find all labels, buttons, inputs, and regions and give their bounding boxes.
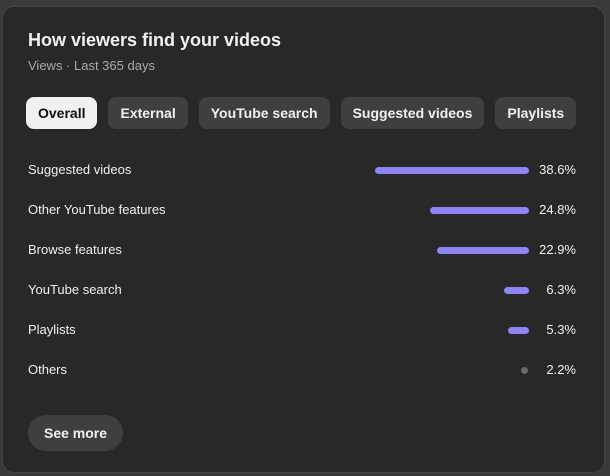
source-tabs: Overall External YouTube search Suggeste…	[26, 97, 577, 129]
list-item: Browse features 22.9%	[28, 231, 576, 271]
source-label: Playlists	[28, 322, 76, 337]
traffic-source-list: Suggested videos 38.6% Other YouTube fea…	[28, 151, 576, 391]
tab-external[interactable]: External	[108, 97, 188, 129]
source-value: 5.3%	[546, 322, 576, 337]
source-value: 2.2%	[546, 362, 576, 377]
traffic-sources-card: How viewers find your videos Views · Las…	[2, 6, 605, 473]
list-item: YouTube search 6.3%	[28, 271, 576, 311]
card-subtitle: Views · Last 365 days	[28, 58, 155, 73]
list-item: Playlists 5.3%	[28, 311, 576, 351]
source-value: 6.3%	[546, 282, 576, 297]
tab-youtube-search[interactable]: YouTube search	[198, 97, 330, 129]
source-bar	[507, 327, 529, 334]
card-title: How viewers find your videos	[28, 30, 282, 50]
source-dot	[521, 367, 528, 374]
source-bar	[374, 167, 529, 174]
source-label: YouTube search	[28, 282, 122, 297]
tab-suggested-videos[interactable]: Suggested videos	[340, 97, 485, 129]
list-item: Others 2.2%	[28, 351, 576, 391]
tab-playlists[interactable]: Playlists	[495, 97, 577, 129]
source-label: Other YouTube features	[28, 202, 166, 217]
source-label: Others	[28, 362, 68, 377]
list-item: Other YouTube features 24.8%	[28, 191, 576, 231]
source-label: Browse features	[28, 242, 122, 257]
tab-overall[interactable]: Overall	[26, 97, 98, 129]
source-bar	[437, 247, 529, 254]
source-value: 24.8%	[539, 202, 576, 217]
source-value: 22.9%	[539, 242, 576, 257]
source-bar	[429, 207, 529, 214]
see-more-button[interactable]: See more	[28, 415, 124, 451]
source-bar	[503, 287, 529, 294]
source-label: Suggested videos	[28, 162, 132, 177]
source-value: 38.6%	[539, 162, 576, 177]
list-item: Suggested videos 38.6%	[28, 151, 576, 191]
